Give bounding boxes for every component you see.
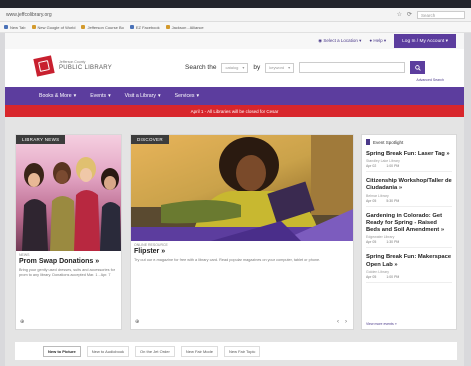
card-title[interactable]: Prom Swap Donations » [19,258,118,265]
bookmark-icon [366,139,370,145]
library-logo[interactable]: Jefferson County PUBLIC LIBRARY [33,55,113,77]
bookmark-item[interactable]: New Google of World [31,25,75,30]
bookmark-item[interactable]: Jefferson Course Bo [81,25,124,30]
search-icon [414,64,421,71]
discover-card-body: ONLINE RESOURCE Flipster » Try out our e… [134,243,350,263]
catalog-select[interactable]: catalog ▾ [221,62,249,73]
address-bar: www.jeffcolibrary.org ☆ ⟳ Search [0,8,471,22]
bookmark-icon [31,25,36,29]
bookmark-icon [81,25,86,29]
chevron-down-icon: ▾ [196,93,200,99]
card-text: Bring your gently used dresses, suits an… [19,268,116,278]
tab-fair-mode[interactable]: New Fair Mode [180,345,218,357]
search-button[interactable] [410,61,426,74]
reader-photo [131,135,353,241]
rss-icon[interactable]: ⊕ [135,319,139,325]
nav-item-events[interactable]: Events ▾ [90,93,110,99]
card-tag: LIBRARY NEWS [16,135,66,144]
spotlight-header: Event Spotlight [366,139,403,145]
card-kicker: ONLINE RESOURCE [134,243,168,247]
list-item[interactable]: Spring Break Fun: Laser Tag » Standley L… [366,151,452,173]
card-title[interactable]: Flipster » [134,248,350,255]
alert-text: April 1 - All Libraries will be closed f… [190,108,279,114]
by-label: by [253,64,261,71]
refresh-icon[interactable]: ⟳ [407,11,412,18]
chevron-left-icon[interactable]: ‹ [337,319,339,325]
list-item[interactable]: Spring Break Fun: Makerspace Open Lab » … [366,254,452,283]
rss-icon[interactable]: ⊕ [20,319,24,325]
bookmark-item[interactable]: Jackson - Alliance [165,25,204,30]
spotlight-list: Spring Break Fun: Laser Tag » Standley L… [366,151,452,289]
bookmark-item[interactable]: EZ Facebook [129,25,160,30]
news-card-body: NEWS Prom Swap Donations » Bring your ge… [19,253,118,278]
view-more-link[interactable]: View more events » [366,322,397,326]
event-spotlight: Event Spotlight Spring Break Fun: Laser … [361,134,457,330]
catalog-search: Search the catalog ▾ by keyword ▾ [185,61,426,74]
chevron-down-icon: ▾ [73,93,77,99]
bookmark-icon [4,25,8,29]
browser-search-input[interactable]: Search [417,10,465,19]
spotlight-title: Event Spotlight [373,139,404,145]
star-icon[interactable]: ☆ [397,11,402,18]
chevron-right-icon[interactable]: › [345,319,347,325]
browser-controls: ☆ ⟳ Search [397,10,465,19]
keyword-select[interactable]: keyword ▾ [265,62,295,73]
card-kicker: NEWS [19,253,30,257]
select-location-link[interactable]: ◉ Select a Location ▾ [318,38,361,44]
card-tag: DISCOVER [131,135,169,144]
site-header: Jefferson County PUBLIC LIBRARY Search t… [5,49,464,87]
list-item[interactable]: Citizenship Workshop/Taller de Ciudadani… [366,178,452,207]
collection-tabs: New to Picture New to Audiobook On the J… [15,342,457,360]
browser-titlebar [0,0,471,8]
nav-item-books[interactable]: Books & More ▾ [39,93,76,99]
reader-illustration [131,135,353,241]
chevron-down-icon: ▾ [158,93,161,99]
discover-card[interactable]: DISCOVER ONLINE RESOURCE Flipster » Try … [130,134,354,330]
chevron-down-icon: ▾ [288,65,291,70]
prom-photo [16,135,121,251]
nav-item-visit[interactable]: Visit a Library ▾ [125,93,161,99]
news-card[interactable]: LIBRARY NEWS NEWS Prom Swap Donations » … [15,134,122,330]
card-text: Try out our e-magazine for free with a l… [134,258,321,262]
search-label: Search the [185,64,217,71]
bookmark-icon [165,25,170,29]
bookmark-item[interactable]: New Tab [4,25,26,30]
tab-new-pictures[interactable]: New to Picture [43,345,81,357]
tab-on-order[interactable]: On the Jet Order [135,345,175,357]
logo-icon [33,55,55,77]
login-button[interactable]: Log In / My Account ▾ [394,34,456,48]
help-link[interactable]: ● Help ▾ [369,38,386,44]
carousel-arrows: ‹ › [337,319,347,325]
chevron-down-icon: ▾ [242,65,245,70]
advanced-search-link[interactable]: Advanced Search [416,78,444,82]
logo-text: Jefferson County PUBLIC LIBRARY [59,59,113,72]
search-input[interactable] [299,62,406,73]
alert-banner[interactable]: April 1 - All Libraries will be closed f… [5,105,464,117]
utility-bar: ◉ Select a Location ▾ ● Help ▾ Log In / … [5,33,464,49]
web-page: ◉ Select a Location ▾ ● Help ▾ Log In / … [5,33,464,366]
nav-item-services[interactable]: Services ▾ [175,93,200,99]
chevron-down-icon: ▾ [108,93,111,99]
tab-fair-topic[interactable]: New Fair Topic [223,345,261,357]
prom-illustration [22,157,121,251]
main-nav: Books & More ▾ Events ▾ Visit a Library ▾ S… [5,87,464,105]
bookmarks-bar: New Tab New Google of World Jefferson Co… [0,22,471,33]
list-item[interactable]: Gardening in Colorado: Get Ready for Spr… [366,213,452,249]
main-content: LIBRARY NEWS NEWS Prom Swap Donations » … [5,117,464,366]
url-field[interactable]: www.jeffcolibrary.org [6,12,52,18]
tab-new-audiobooks[interactable]: New to Audiobook [86,345,130,357]
bookmark-icon [129,25,134,29]
